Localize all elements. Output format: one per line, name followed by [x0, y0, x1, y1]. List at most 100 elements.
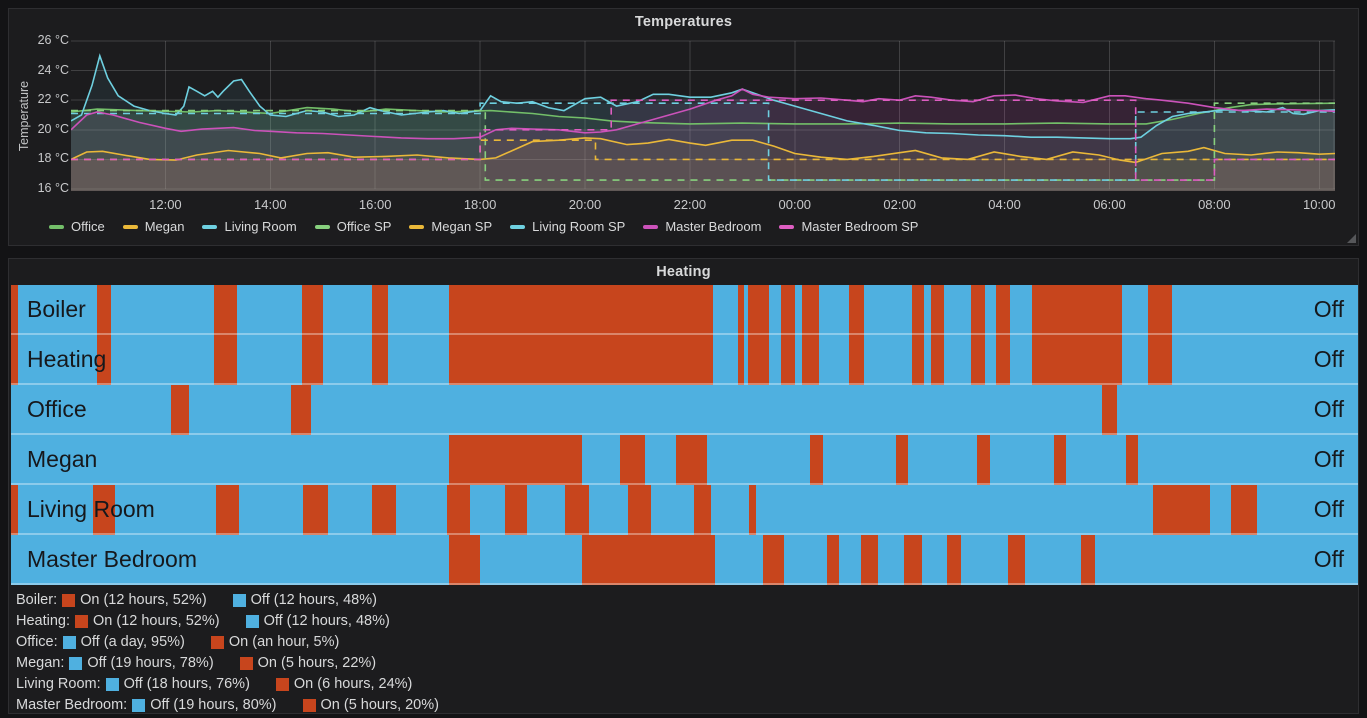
legend-item-megan[interactable]: Megan — [122, 219, 185, 234]
x-tick-label: 22:00 — [673, 197, 707, 212]
legend-item-megan-sp[interactable]: Megan SP — [409, 219, 492, 234]
timeline-stats-legend: Boiler: On (12 hours, 52%) Off (12 hours… — [16, 590, 465, 716]
legend-swatch-icon — [314, 224, 330, 229]
x-tick-label: 20:00 — [568, 197, 602, 212]
state-segment-on — [447, 485, 471, 535]
legend-item-office[interactable]: Office — [49, 219, 105, 234]
y-tick-label: 26 °C — [37, 33, 69, 47]
state-segment-on — [749, 485, 756, 535]
state-color-icon — [239, 657, 253, 670]
state-color-icon — [275, 678, 289, 691]
state-color-icon — [132, 699, 146, 712]
timeline-row-office: Office Off — [11, 385, 1358, 435]
temperatures-panel-title[interactable]: Temperatures — [9, 9, 1358, 35]
state-segment-on — [301, 335, 324, 385]
timeline-row-state-label: Off — [1313, 295, 1344, 322]
state-segment-on — [11, 485, 18, 535]
legend-item-living-room-sp[interactable]: Living Room SP — [510, 219, 625, 234]
x-tick-label: 18:00 — [463, 197, 497, 212]
state-segment-on — [976, 435, 991, 485]
stat-text: On (12 hours, 52%) — [80, 592, 207, 608]
state-segment-on — [971, 335, 985, 385]
timeline-row-master-bedroom: Master Bedroom Off — [11, 535, 1358, 585]
stat-text: Off (18 hours, 76%) — [123, 676, 250, 692]
state-color-icon — [302, 699, 316, 712]
heating-panel-title[interactable]: Heating — [9, 259, 1358, 285]
timeline-row-boiler: Boiler Off — [11, 285, 1358, 335]
state-segment-on — [1007, 535, 1026, 585]
stat-line: Boiler: On (12 hours, 52%) Off (12 hours… — [16, 590, 465, 611]
state-segment-on — [291, 385, 312, 435]
state-color-icon — [245, 615, 259, 628]
state-segment-on — [848, 285, 864, 335]
stat-line: Office: Off (a day, 95%) On (an hour, 5%… — [16, 632, 465, 653]
timeline-row-state-label: Off — [1313, 495, 1344, 522]
legend-label: Megan — [144, 219, 185, 234]
y-axis-title: Temperature — [17, 80, 31, 152]
stat-entry: Off (12 hours, 48%) — [245, 611, 390, 632]
state-segment-on — [1080, 535, 1096, 585]
state-segment-on — [860, 535, 879, 585]
state-segment-on — [1053, 435, 1066, 485]
state-segment-on — [931, 285, 945, 335]
state-segment-on — [995, 285, 1011, 335]
stat-name: Master Bedroom: — [16, 697, 128, 713]
timeline-row-heating: Heating Off — [11, 335, 1358, 385]
state-segment-on — [97, 285, 111, 335]
state-segment-on — [1231, 485, 1257, 535]
state-segment-on — [303, 485, 328, 535]
state-segment-on — [505, 485, 527, 535]
state-segment-on — [448, 435, 583, 485]
legend-swatch-icon — [49, 224, 64, 229]
stat-entry: Off (18 hours, 76%) — [105, 674, 250, 695]
state-color-icon — [105, 678, 119, 691]
state-segment-on — [448, 535, 480, 585]
panel-resize-handle[interactable] — [1347, 234, 1356, 243]
state-segment-on — [912, 285, 925, 335]
y-tick-label: 20 °C — [37, 121, 69, 136]
state-timeline: Boiler Off Heating Off Office Off Megan … — [11, 285, 1358, 585]
legend-label: Living Room — [224, 219, 297, 234]
state-segment-on — [747, 285, 770, 335]
state-segment-on — [1102, 385, 1117, 435]
legend-label: Office SP — [336, 219, 392, 234]
state-segment-on — [781, 335, 795, 385]
stat-entry: On (5 hours, 20%) — [302, 695, 439, 716]
x-tick-label: 00:00 — [778, 197, 812, 212]
stat-entry: On (5 hours, 22%) — [239, 653, 376, 674]
state-color-icon — [75, 615, 89, 628]
stat-name: Boiler: — [16, 592, 58, 608]
legend-item-master-bedroom-sp[interactable]: Master Bedroom SP — [779, 219, 918, 234]
legend-item-office-sp[interactable]: Office SP — [314, 219, 392, 234]
legend-swatch-icon — [779, 224, 795, 229]
x-tick-label: 08:00 — [1198, 197, 1231, 212]
legend-item-living-room[interactable]: Living Room — [202, 219, 297, 234]
state-segment-on — [1126, 435, 1139, 485]
state-segment-on — [1153, 485, 1210, 535]
legend-item-master-bedroom[interactable]: Master Bedroom — [643, 219, 761, 234]
state-color-icon — [232, 594, 246, 607]
timeline-row-megan: Megan Off — [11, 435, 1358, 485]
state-segment-on — [747, 335, 770, 385]
stat-entry: Off (12 hours, 48%) — [232, 590, 377, 611]
stat-text: Off (19 hours, 80%) — [150, 697, 277, 713]
timeline-row-label: Megan — [27, 445, 98, 472]
x-tick-label: 04:00 — [988, 197, 1021, 212]
stat-entry: Off (19 hours, 78%) — [69, 653, 214, 674]
state-segment-on — [215, 485, 239, 535]
state-segment-on — [738, 335, 744, 385]
y-tick-label: 16 °C — [37, 181, 69, 195]
stat-text: Off (a day, 95%) — [80, 634, 185, 650]
timeline-row-label: Heating — [27, 345, 107, 372]
legend-label: Living Room SP — [532, 219, 626, 234]
timeline-row-living-room: Living Room Off — [11, 485, 1358, 535]
timeline-row-state-label: Off — [1313, 545, 1344, 572]
state-segment-on — [676, 435, 708, 485]
state-segment-on — [827, 535, 840, 585]
y-tick-label: 22 °C — [37, 92, 69, 107]
x-tick-label: 06:00 — [1093, 197, 1126, 212]
x-tick-label: 10:00 — [1302, 197, 1336, 212]
stat-text: Off (12 hours, 48%) — [250, 592, 377, 608]
state-segment-on — [809, 435, 824, 485]
x-tick-label: 16:00 — [358, 197, 392, 212]
